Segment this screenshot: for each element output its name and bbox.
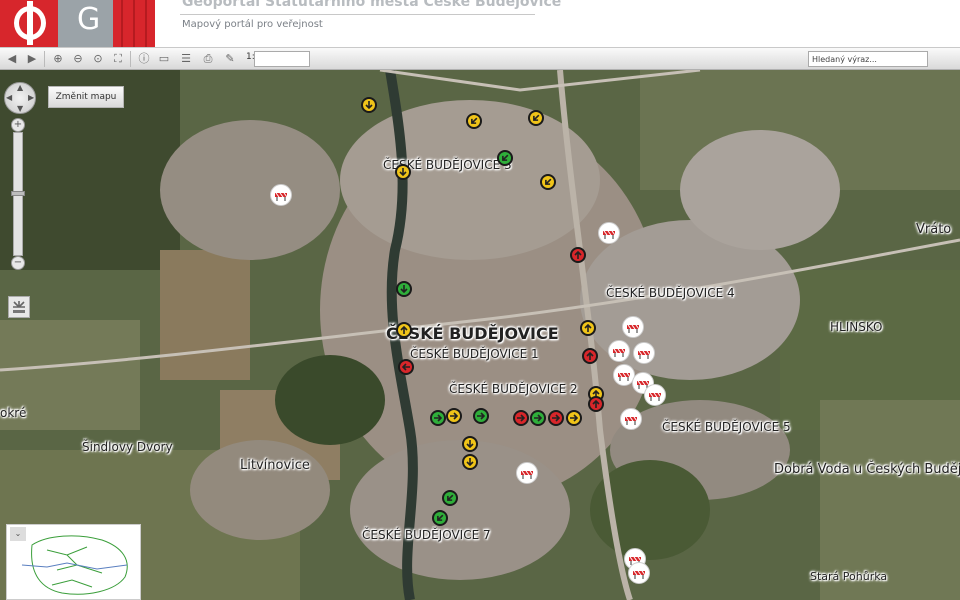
traffic-arrow-icon[interactable] <box>473 408 489 424</box>
roadwork-icon[interactable] <box>270 184 292 206</box>
traffic-arrow-icon[interactable] <box>442 490 458 506</box>
title-divider <box>180 14 535 15</box>
traffic-arrow-icon[interactable] <box>395 164 411 180</box>
traffic-arrow-icon[interactable] <box>548 410 564 426</box>
traffic-arrow-icon[interactable] <box>588 396 604 412</box>
traffic-arrow-icon[interactable] <box>396 322 412 338</box>
scale-input[interactable] <box>254 51 310 67</box>
village-label-dobra-voda: Dobrá Voda u Českých Budějovic <box>774 462 960 477</box>
forward-arrow-icon[interactable]: ▶ <box>24 51 40 67</box>
district-label-cb7: ČESKÉ BUDĚJOVICE 7 <box>362 528 491 542</box>
measure-icon[interactable]: ▭ <box>156 51 172 67</box>
village-label-stara-pohurka: Stará Pohůrka <box>810 570 888 583</box>
traffic-arrow-icon[interactable] <box>432 510 448 526</box>
logo-stripes <box>113 0 155 47</box>
geoportal-logo: G <box>58 0 113 47</box>
roadwork-icon[interactable] <box>598 222 620 244</box>
page-subtitle: Mapový portál pro veřejnost <box>182 19 323 30</box>
header: G Geoportál Statutárního města České Bud… <box>0 0 960 47</box>
zoom-in-button[interactable]: + <box>11 118 25 132</box>
traffic-arrow-icon[interactable] <box>530 410 546 426</box>
map-toolbar: ◀ ▶ ⊕ ⊖ ⊙ ⛶ ⓘ ▭ ☰ ⎙ ✎ 1: <box>0 47 960 70</box>
district-label-hlinsko: HLINSKO <box>830 320 883 334</box>
traffic-arrow-icon[interactable] <box>466 113 482 129</box>
traffic-arrow-icon[interactable] <box>580 320 596 336</box>
full-extent-icon[interactable]: ⛶ <box>110 51 126 67</box>
traffic-arrow-icon[interactable] <box>528 110 544 126</box>
change-map-button[interactable]: Změnit mapu <box>48 86 124 108</box>
overview-map[interactable]: ⌄ <box>6 524 141 600</box>
traffic-arrow-icon[interactable] <box>566 410 582 426</box>
traffic-arrow-icon[interactable] <box>398 359 414 375</box>
roadwork-icon[interactable] <box>628 562 650 584</box>
search-input[interactable] <box>808 51 928 67</box>
traffic-arrow-icon[interactable] <box>462 454 478 470</box>
village-label-vrato: Vráto <box>916 222 952 237</box>
info-icon[interactable]: ⓘ <box>136 51 152 67</box>
legend-icon[interactable]: ☰ <box>178 51 194 67</box>
roadwork-icon[interactable] <box>622 316 644 338</box>
zoom-out-icon[interactable]: ⊖ <box>70 51 86 67</box>
pan-control[interactable]: ▲ ▼ ◀ ▶ <box>4 82 36 114</box>
district-label-cb5: ČESKÉ BUDĚJOVICE 5 <box>662 420 791 434</box>
roadwork-icon[interactable] <box>516 462 538 484</box>
zoom-out-button[interactable]: − <box>11 256 25 270</box>
traffic-arrow-icon[interactable] <box>513 410 529 426</box>
zoom-slider-handle[interactable] <box>11 191 25 196</box>
village-label-okre: okré <box>0 406 27 420</box>
traffic-arrow-icon[interactable] <box>446 408 462 424</box>
roadwork-icon[interactable] <box>633 342 655 364</box>
traffic-arrow-icon[interactable] <box>361 97 377 113</box>
traffic-arrow-icon[interactable] <box>570 247 586 263</box>
traffic-arrow-icon[interactable] <box>582 348 598 364</box>
tools-icon[interactable]: ✎ <box>222 51 238 67</box>
village-label-litvinovice: Litvínovice <box>240 458 310 473</box>
district-label-cb4: ČESKÉ BUDĚJOVICE 4 <box>606 286 735 300</box>
map-view[interactable]: ČESKÉ BUDĚJOVICE 3 ČESKÉ BUDĚJOVICE 4 HL… <box>0 70 960 600</box>
zoom-slider[interactable] <box>11 132 25 256</box>
roadwork-icon[interactable] <box>608 340 630 362</box>
roadwork-icon[interactable] <box>644 384 666 406</box>
logo-letter: G <box>77 2 101 37</box>
traffic-arrow-icon[interactable] <box>430 410 446 426</box>
traffic-arrow-icon[interactable] <box>396 281 412 297</box>
traffic-arrow-icon[interactable] <box>540 174 556 190</box>
back-arrow-icon[interactable]: ◀ <box>4 51 20 67</box>
zoom-box-icon[interactable]: ⊙ <box>90 51 106 67</box>
layer-switch-icon[interactable] <box>8 296 30 318</box>
page-title: Geoportál Statutárního města České Buděj… <box>182 0 562 10</box>
traffic-arrow-icon[interactable] <box>497 150 513 166</box>
city-logo-icon[interactable] <box>0 0 58 47</box>
traffic-arrow-icon[interactable] <box>462 436 478 452</box>
district-label-cb1: ČESKÉ BUDĚJOVICE 1 <box>410 347 539 361</box>
district-label-cb2: ČESKÉ BUDĚJOVICE 2 <box>449 382 578 396</box>
print-icon[interactable]: ⎙ <box>200 51 216 67</box>
roadwork-icon[interactable] <box>620 408 642 430</box>
zoom-in-icon[interactable]: ⊕ <box>50 51 66 67</box>
village-label-sindlovy-dvory: Šindlovy Dvory <box>82 440 173 454</box>
